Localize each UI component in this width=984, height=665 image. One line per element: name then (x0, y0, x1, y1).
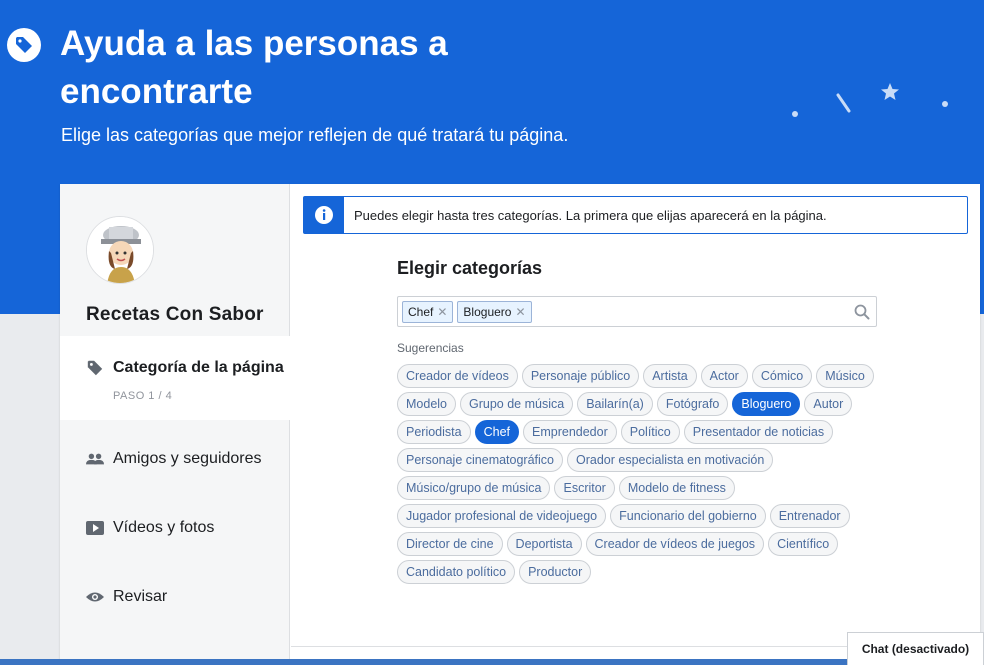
suggestion-chip[interactable]: Grupo de música (460, 392, 574, 416)
suggestion-chip[interactable]: Personaje público (521, 364, 640, 388)
suggestion-chip[interactable]: Candidato político (397, 560, 516, 584)
suggestion-chip[interactable]: Entrenador (769, 504, 850, 528)
sidebar-step-category[interactable]: Categoría de la página (86, 359, 284, 377)
main-content: Puedes elegir hasta tres categorías. La … (291, 184, 980, 665)
sidebar-step-label: Vídeos y fotos (113, 519, 215, 536)
info-icon-box (304, 197, 344, 233)
token-label: Bloguero (463, 304, 512, 319)
eye-icon (86, 592, 104, 602)
hero-subtitle: Elige las categorías que mejor reflejen … (61, 125, 569, 145)
suggestions-list: Creador de vídeos Personaje público Artist… (397, 364, 887, 584)
category-input[interactable]: Chef ✕ Bloguero ✕ (397, 296, 877, 327)
category-token: Chef ✕ (402, 300, 454, 323)
suggestion-chip[interactable]: Artista (643, 364, 697, 388)
sidebar-step-label: Categoría de la página (113, 359, 284, 376)
suggestion-chip[interactable]: Modelo de fitness (618, 476, 735, 500)
tag-icon (16, 37, 32, 53)
remove-token-icon[interactable]: ✕ (437, 305, 447, 319)
sidebar: Recetas Con Sabor Categoría de la página… (60, 184, 290, 665)
avatar (86, 216, 154, 284)
suggestion-chip[interactable]: Político (620, 420, 680, 444)
suggestion-chip[interactable]: Fotógrafo (656, 392, 729, 416)
search-icon[interactable] (854, 304, 870, 320)
sidebar-step-label: Amigos y seguidores (113, 450, 262, 467)
page-name: Recetas Con Sabor (86, 304, 264, 325)
sidebar-step-videos[interactable]: Vídeos y fotos (86, 519, 214, 537)
people-icon (86, 453, 104, 465)
sidebar-step-review[interactable]: Revisar (86, 588, 167, 606)
token-label: Chef (408, 304, 434, 319)
category-token: Bloguero ✕ (457, 300, 532, 323)
suggestion-chip[interactable]: Bailarín(a) (577, 392, 653, 416)
info-icon (315, 206, 333, 224)
suggestion-chip[interactable]: Chef (474, 420, 519, 444)
info-notice: Puedes elegir hasta tres categorías. La … (303, 196, 968, 234)
setup-card: Recetas Con Sabor Categoría de la página… (60, 184, 980, 665)
suggestion-chip[interactable]: Músico/grupo de música (397, 476, 551, 500)
sidebar-step-friends[interactable]: Amigos y seguidores (86, 450, 262, 468)
suggestion-chip[interactable]: Creador de vídeos (397, 364, 518, 388)
hero-title: Ayuda a las personas a encontrarte (60, 24, 448, 111)
video-icon (86, 521, 104, 535)
tag-badge (7, 28, 41, 62)
chat-tab[interactable]: Chat (desactivado) (847, 632, 984, 665)
remove-token-icon[interactable]: ✕ (515, 305, 525, 319)
suggestion-chip[interactable]: Presentador de noticias (683, 420, 834, 444)
suggestion-chip[interactable]: Escritor (554, 476, 615, 500)
suggestion-chip[interactable]: Jugador profesional de videojuego (397, 504, 607, 528)
bottom-bar (0, 659, 984, 665)
suggestion-chip[interactable]: Científico (768, 532, 839, 556)
suggestion-chip[interactable]: Actor (700, 364, 748, 388)
choose-categories-title: Elegir categorías (397, 258, 543, 278)
suggestion-chip[interactable]: Director de cine (397, 532, 503, 556)
tag-icon (87, 360, 103, 376)
suggestion-chip[interactable]: Funcionario del gobierno (610, 504, 766, 528)
sidebar-step-label: Revisar (113, 588, 168, 605)
suggestion-chip[interactable]: Productor (519, 560, 592, 584)
suggestion-chip[interactable]: Modelo (397, 392, 456, 416)
sidebar-step-active-bg (60, 336, 290, 420)
decoration-sparkles-icon (792, 83, 948, 117)
suggestion-chip[interactable]: Creador de vídeos de juegos (585, 532, 765, 556)
suggestion-chip[interactable]: Orador especialista en motivación (567, 448, 774, 472)
suggestion-chip[interactable]: Periodista (397, 420, 471, 444)
suggestion-chip[interactable]: Músico (816, 364, 874, 388)
suggestions-label: Sugerencias (397, 341, 464, 355)
suggestion-chip[interactable]: Deportista (506, 532, 582, 556)
suggestion-chip[interactable]: Bloguero (732, 392, 801, 416)
suggestion-chip[interactable]: Personaje cinematográfico (397, 448, 563, 472)
chef-avatar-icon (87, 217, 153, 283)
suggestion-chip[interactable]: Autor (804, 392, 853, 416)
suggestion-chip[interactable]: Cómico (751, 364, 813, 388)
step-counter: PASO 1 / 4 (113, 390, 173, 402)
info-text: Puedes elegir hasta tres categorías. La … (354, 207, 827, 223)
suggestion-chip[interactable]: Emprendedor (523, 420, 617, 444)
